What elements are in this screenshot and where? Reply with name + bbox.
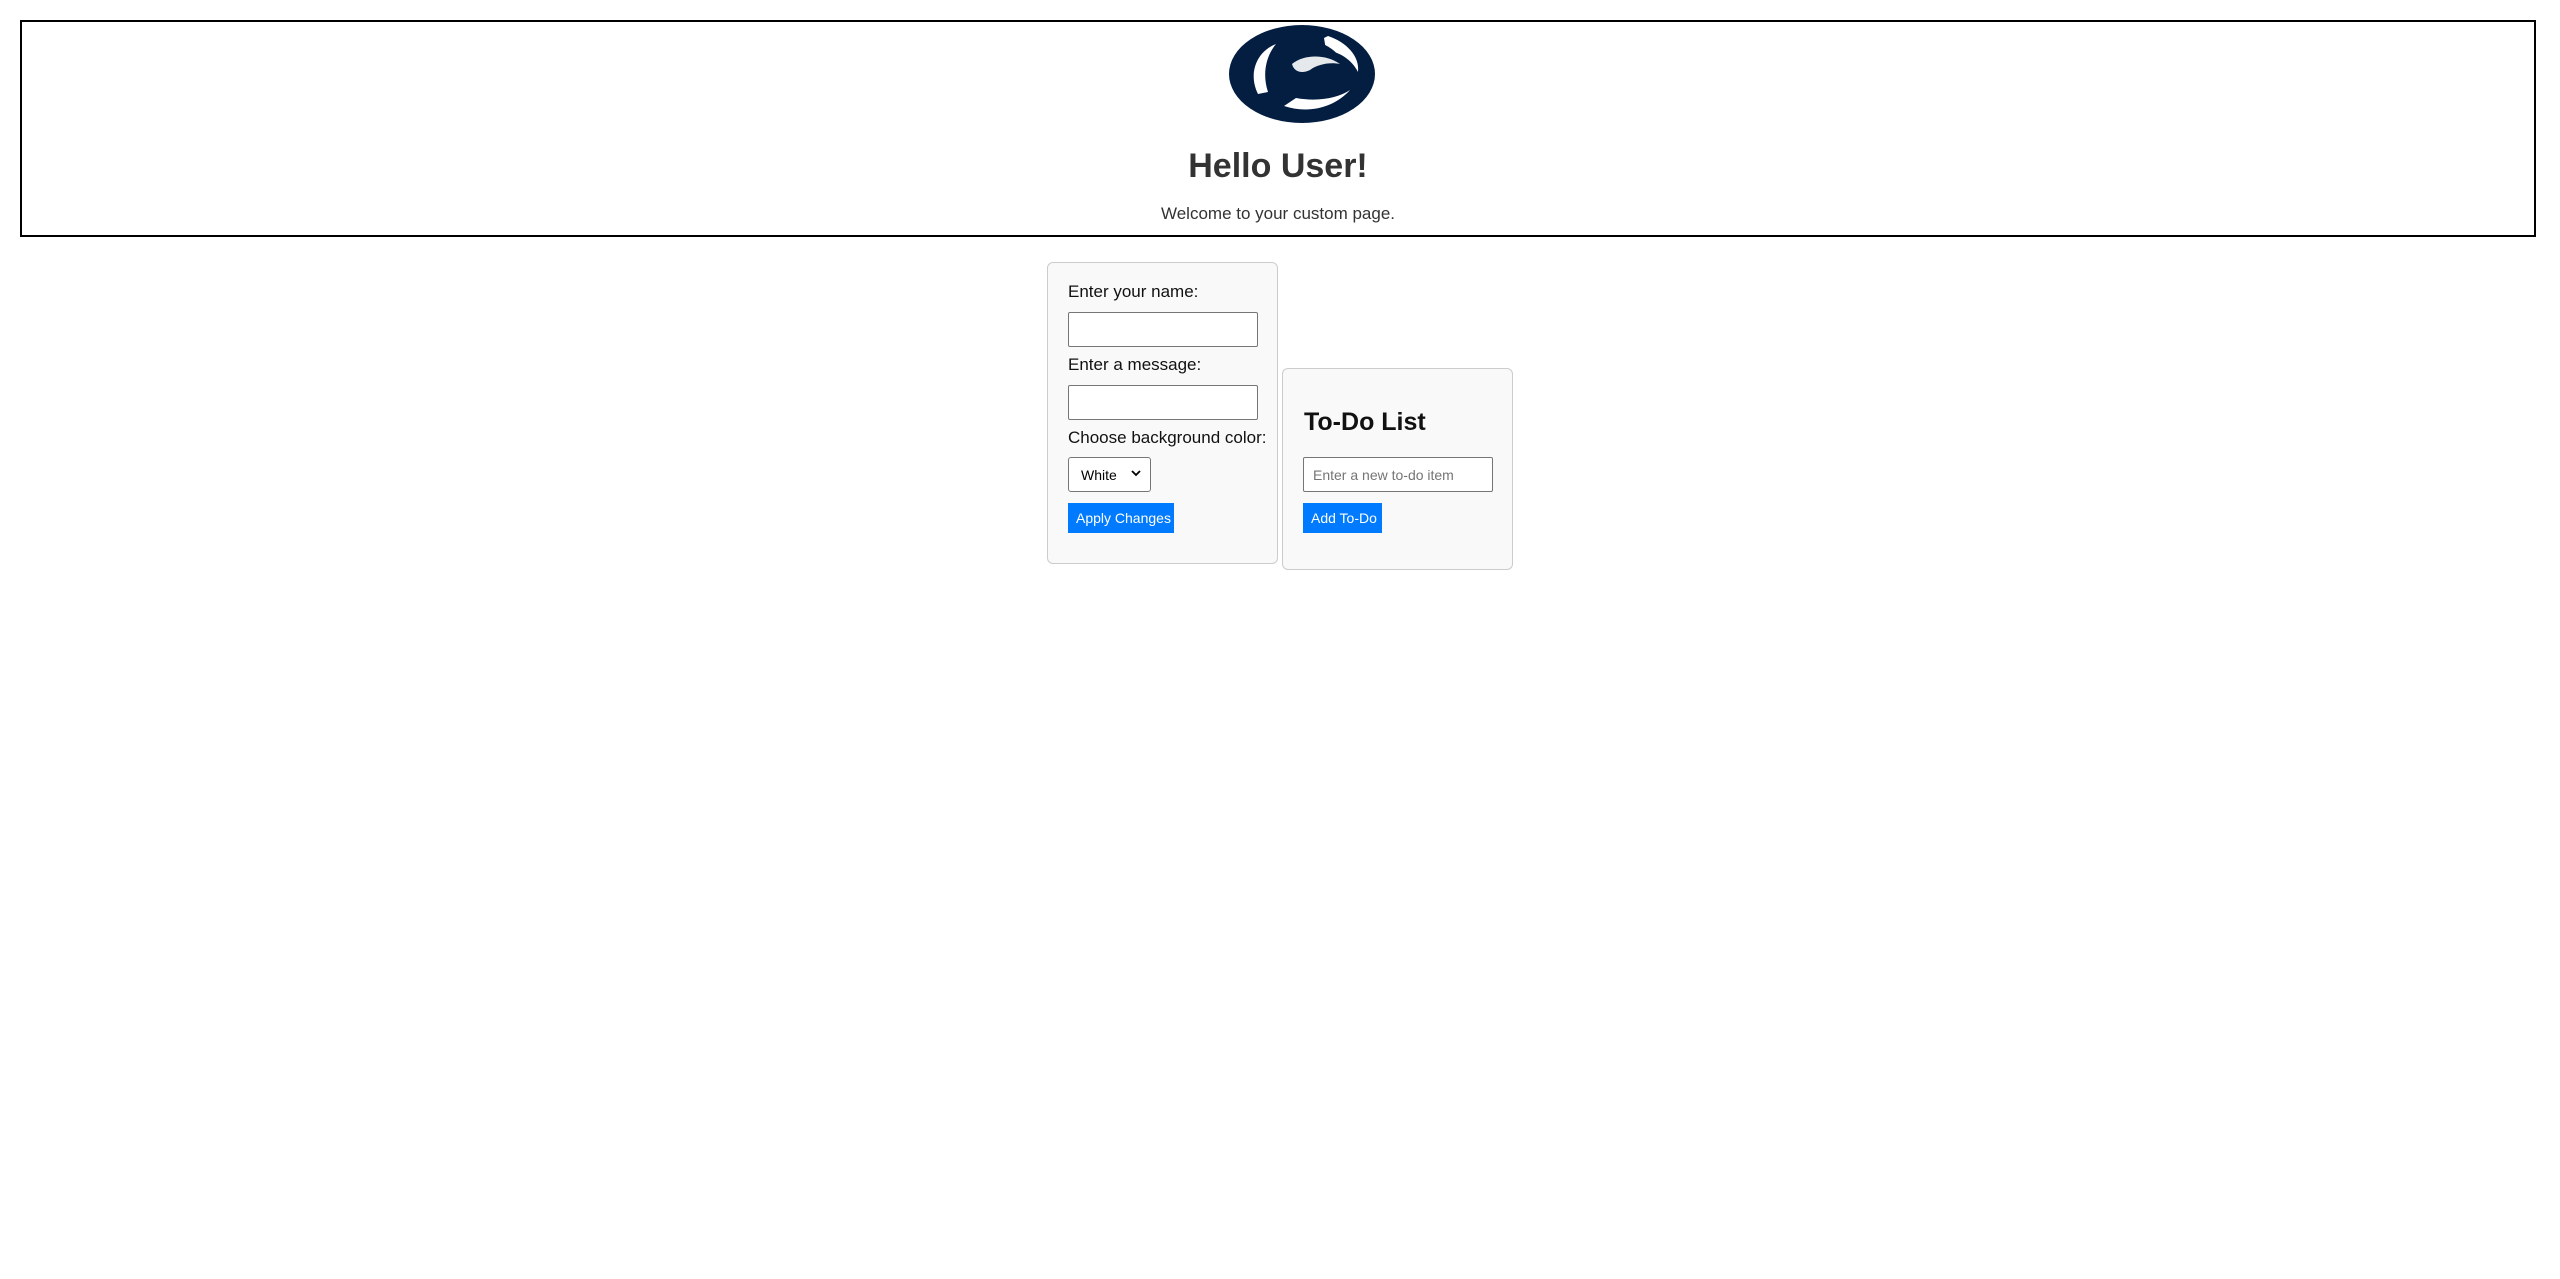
apply-changes-button[interactable]: Apply Changes <box>1068 503 1174 533</box>
message-input[interactable] <box>1068 385 1258 420</box>
page: Hello User! Welcome to your custom page.… <box>0 0 2560 1279</box>
todo-input[interactable] <box>1303 457 1493 492</box>
chevron-down-icon <box>1131 470 1141 477</box>
todo-list-panel: To-Do List Add To-Do <box>1282 368 1513 570</box>
nittany-lion-logo-icon <box>1228 24 1376 124</box>
page-subtitle: Welcome to your custom page. <box>1160 204 1395 223</box>
todo-list-title: To-Do List <box>1304 408 1426 436</box>
add-todo-button[interactable]: Add To-Do <box>1303 503 1382 533</box>
page-title: Hello User! <box>1188 147 1368 185</box>
header-banner: Hello User! Welcome to your custom page. <box>20 20 2536 237</box>
name-label: Enter your name: <box>1068 282 1199 301</box>
customize-form-panel: Enter your name: Enter a message: Choose… <box>1047 262 1278 564</box>
name-input[interactable] <box>1068 312 1258 347</box>
background-color-select[interactable]: White <box>1068 457 1151 492</box>
background-color-selected-value: White <box>1081 467 1117 483</box>
message-label: Enter a message: <box>1068 355 1202 374</box>
background-color-label: Choose background color: <box>1068 428 1267 447</box>
